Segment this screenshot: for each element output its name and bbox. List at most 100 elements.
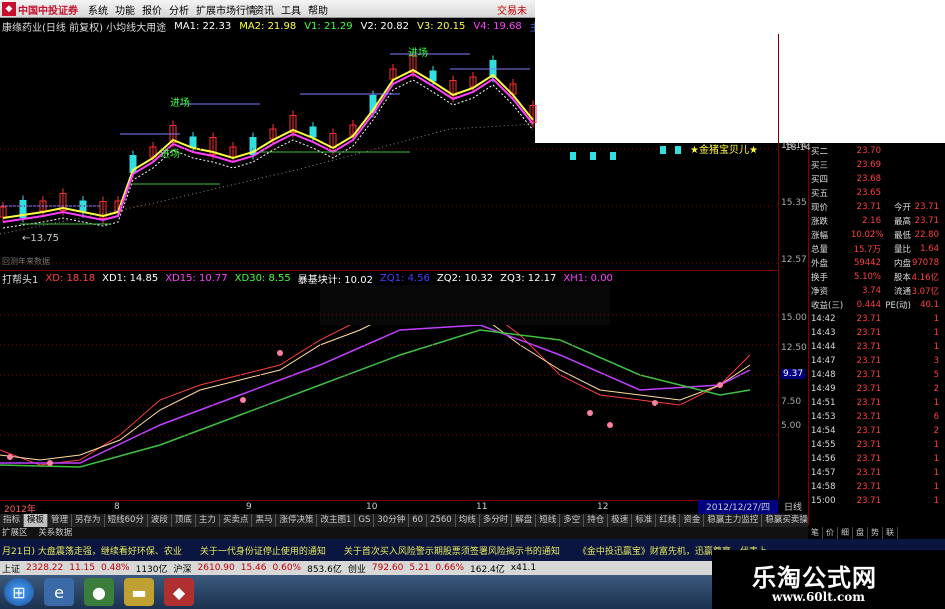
ma2-value: MA2: 21.98 [239, 20, 297, 32]
indicator-value: 打帮头1 [2, 274, 39, 286]
tab-26[interactable]: 稳赢主力监控 [704, 514, 763, 527]
quote-cell: 1 [933, 398, 939, 408]
quote-row: 买四 23.68 [811, 173, 943, 185]
news-item[interactable]: 关于一代身份证停止使用的通知 [200, 544, 326, 557]
tab-6[interactable]: 顶底 [172, 514, 196, 527]
quote-cell: 23.69 [856, 160, 881, 170]
tab-11[interactable]: 改主图1 [317, 514, 356, 527]
ind-tick: 5.00 [781, 421, 802, 431]
start-button-icon[interactable]: ⊞ [4, 578, 34, 606]
tab-21[interactable]: 持仓 [584, 514, 609, 527]
tab-20[interactable]: 多空 [560, 514, 585, 527]
quote-row: 外盘 59442 内盘 97078 [811, 257, 943, 269]
v4-value: V4: 19.68 [473, 20, 522, 32]
tab-12[interactable]: GS [355, 514, 375, 527]
tab-3[interactable]: 另存为 [72, 514, 105, 527]
candle-body [675, 146, 681, 154]
menu-item-function[interactable]: 功能 [115, 2, 142, 17]
quote-cell: 23.71 [856, 356, 881, 366]
quote-cell: 1.64 [920, 244, 939, 254]
quote-tab-4[interactable]: 势 [868, 527, 883, 539]
menu-item-help[interactable]: 帮助 [308, 2, 335, 17]
menu-item-analysis[interactable]: 分析 [169, 2, 196, 17]
tab-16[interactable]: 均线 [456, 514, 480, 527]
quote-tab-5[interactable]: 联 [883, 527, 898, 539]
period-label[interactable]: 日线 [778, 500, 808, 514]
tab-15[interactable]: 2560 [427, 514, 456, 527]
v3-value: V3: 20.15 [416, 20, 466, 32]
quote-cell: 6 [933, 412, 939, 422]
kline-chart[interactable]: 进场进场进场←13.75回测年来数据 [0, 34, 778, 270]
index-value: 沪深 [173, 564, 192, 575]
quote-cell: 59442 [853, 258, 881, 268]
indicator-header: 打帮头1 XD: 18.18 XD1: 14.85 XD15: 10.77 XD30: … [0, 270, 778, 286]
ie-icon[interactable]: e [44, 578, 74, 606]
quote-cell: 14:47 [811, 356, 836, 366]
tab-27[interactable]: 稳赢买卖操盘 [762, 514, 808, 527]
tab-10[interactable]: 涨停决策 [276, 514, 318, 527]
news-item[interactable]: 关于首次买入风险警示期股票须签署风险揭示书的通知 [344, 544, 560, 557]
tab-0[interactable]: 指标 [0, 514, 25, 527]
menu-item-tools[interactable]: 工具 [281, 2, 308, 17]
menu-item-quote[interactable]: 报价 [142, 2, 169, 17]
quote-cell: 1 [933, 314, 939, 324]
date-tick: 10 [366, 502, 378, 512]
tab-23[interactable]: 标准 [632, 514, 657, 527]
indicator-value: ZQ1: 4.56 [379, 272, 430, 284]
quote-cell: 23.71 [914, 216, 939, 226]
relation-data-label[interactable]: 关系数据 [38, 528, 72, 538]
indicator-value: 暴基块计: 10.02 [297, 274, 373, 286]
tab-13[interactable]: 30分钟 [374, 514, 410, 527]
tab-9[interactable]: 黑马 [252, 514, 277, 527]
signal-dot [717, 382, 723, 388]
quote-cell: 14:49 [811, 384, 836, 394]
quote-cell: 最低 [893, 231, 911, 241]
side-price-label: 18.14 [785, 143, 811, 153]
news-item[interactable]: 月21日) 大盘震荡走强，继续看好环保、农业 [2, 544, 182, 557]
main-menu: 系统 功能 报价 分析 扩展市场行情 资讯 工具 帮助 [88, 2, 335, 17]
quote-tab-1[interactable]: 价 [823, 527, 838, 539]
menu-item-extended-market[interactable]: 扩展市场行情 [196, 2, 256, 17]
expand-area-label[interactable]: 扩展区 [2, 528, 28, 538]
quote-cell: 23.71 [856, 426, 881, 436]
quote-cell: 2 [933, 426, 939, 436]
quote-tab-3[interactable]: 盘 [853, 527, 868, 539]
browser-icon[interactable]: ● [84, 578, 114, 606]
menu-item-info[interactable]: 资讯 [254, 2, 281, 17]
quote-cell: 23.71 [856, 398, 881, 408]
logo-icon: ◆ [2, 2, 16, 16]
quote-cell: 量比 [893, 245, 911, 255]
tab-17[interactable]: 多分时 [480, 514, 513, 527]
quote-tab-2[interactable]: 细 [838, 527, 853, 539]
quote-cell: 1 [933, 496, 939, 506]
tab-1[interactable]: 模板 [24, 514, 49, 527]
tab-14[interactable]: 60 [409, 514, 428, 527]
tab-18[interactable]: 解盘 [512, 514, 537, 527]
folder-icon[interactable]: ▬ [124, 578, 154, 606]
quote-panel-tabs: 笔价细盘势联 [808, 527, 945, 539]
quote-tab-0[interactable]: 笔 [808, 527, 823, 539]
tab-2[interactable]: 管理 [48, 514, 73, 527]
menu-item-system[interactable]: 系统 [88, 2, 115, 17]
tab-4[interactable]: 短线60分 [105, 514, 148, 527]
backtest-label: 回测年来数据 [2, 256, 50, 266]
date-axis: 2012年 8 9 10 11 12 [0, 500, 778, 515]
index-value: 创业 [347, 564, 366, 575]
indicator-chart[interactable] [0, 285, 778, 500]
current-value-badge: 9.37 [781, 369, 806, 379]
trading-app-icon[interactable]: ◆ [164, 578, 194, 606]
tab-8[interactable]: 买卖点 [220, 514, 253, 527]
entry-note: 进场 [170, 96, 190, 109]
tab-7[interactable]: 主力 [196, 514, 220, 527]
quote-cell: 14:54 [811, 426, 836, 436]
tab-25[interactable]: 资金 [680, 514, 705, 527]
tab-24[interactable]: 红线 [656, 514, 681, 527]
trade-button[interactable]: 交易未 [497, 2, 527, 17]
tab-19[interactable]: 短线 [536, 514, 561, 527]
low-price-label: ←13.75 [22, 233, 59, 244]
tab-5[interactable]: 波段 [148, 514, 172, 527]
quote-cell: 23.70 [856, 146, 881, 156]
trading-app-window: ◆ 中国中投证券 系统 功能 报价 分析 扩展市场行情 资讯 工具 帮助 交易未… [0, 0, 945, 609]
quote-cell: 买五 [811, 189, 829, 199]
tab-22[interactable]: 极速 [608, 514, 633, 527]
